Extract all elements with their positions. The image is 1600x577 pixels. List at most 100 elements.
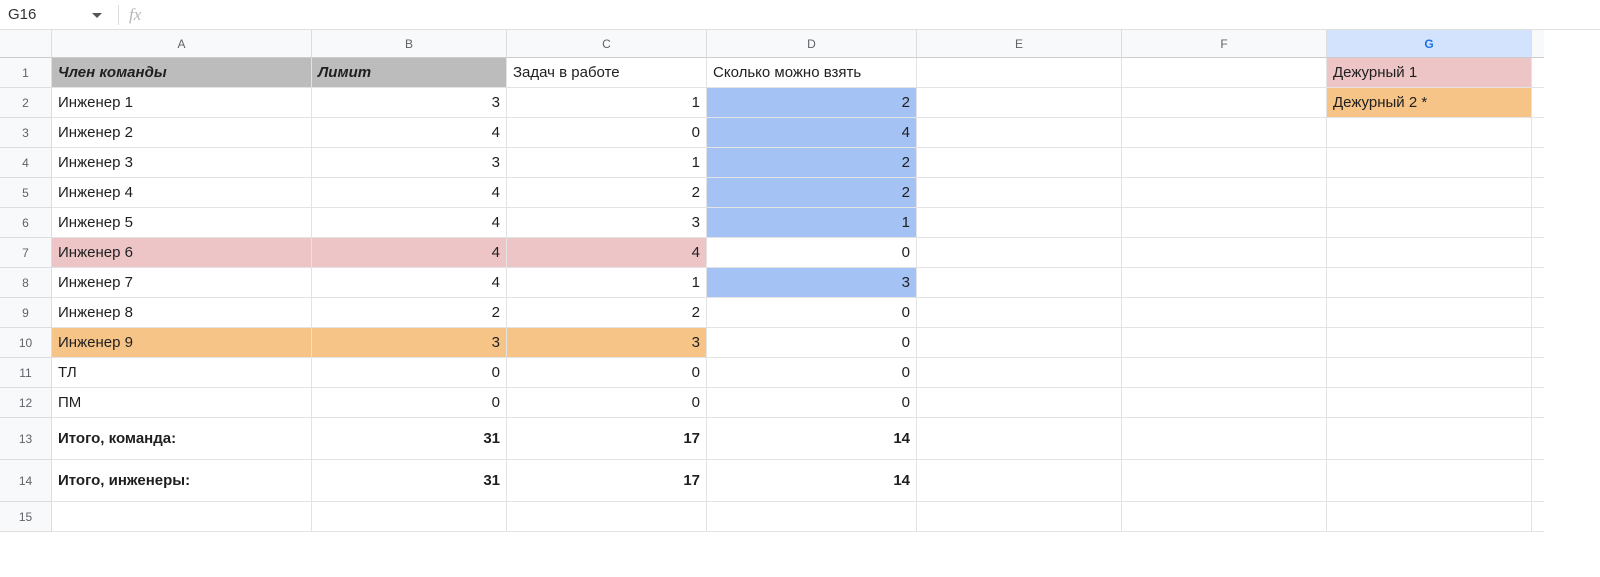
cell[interactable]: 17 <box>507 418 707 460</box>
cell[interactable] <box>1532 208 1544 238</box>
cell[interactable]: 0 <box>707 298 917 328</box>
cell[interactable]: 2 <box>507 178 707 208</box>
cell[interactable]: Инженер 3 <box>52 148 312 178</box>
cell[interactable]: Инженер 6 <box>52 238 312 268</box>
cell[interactable] <box>917 502 1122 532</box>
cell[interactable]: Инженер 1 <box>52 88 312 118</box>
row-header[interactable]: 14 <box>0 460 52 502</box>
cell[interactable] <box>1327 208 1532 238</box>
col-header[interactable]: E <box>917 30 1122 58</box>
cell[interactable] <box>1122 502 1327 532</box>
cell[interactable] <box>917 58 1122 88</box>
cell[interactable]: 0 <box>507 358 707 388</box>
col-header-active[interactable]: G <box>1327 30 1532 58</box>
chevron-down-icon[interactable] <box>92 6 102 23</box>
cell[interactable] <box>917 88 1122 118</box>
cell[interactable]: Инженер 7 <box>52 268 312 298</box>
cell[interactable] <box>917 208 1122 238</box>
cell[interactable] <box>1122 58 1327 88</box>
row-header[interactable]: 9 <box>0 298 52 328</box>
cell[interactable]: 14 <box>707 418 917 460</box>
cell[interactable]: 3 <box>507 208 707 238</box>
cell[interactable] <box>1327 118 1532 148</box>
cell[interactable] <box>1532 418 1544 460</box>
cell[interactable] <box>1327 418 1532 460</box>
row-header[interactable]: 2 <box>0 88 52 118</box>
cell[interactable] <box>1122 118 1327 148</box>
cell[interactable]: 3 <box>312 148 507 178</box>
cell[interactable]: Инженер 8 <box>52 298 312 328</box>
name-box[interactable]: G16 <box>8 6 108 23</box>
cell[interactable]: Инженер 4 <box>52 178 312 208</box>
cell[interactable]: 4 <box>312 268 507 298</box>
row-header[interactable]: 4 <box>0 148 52 178</box>
cell[interactable] <box>917 418 1122 460</box>
cell[interactable] <box>917 358 1122 388</box>
cell[interactable] <box>1532 460 1544 502</box>
cell[interactable] <box>917 268 1122 298</box>
cell[interactable]: 1 <box>507 88 707 118</box>
cell[interactable]: 4 <box>507 238 707 268</box>
cell[interactable]: Дежурный 2 * <box>1327 88 1532 118</box>
cell[interactable]: 0 <box>507 118 707 148</box>
cell[interactable] <box>1122 178 1327 208</box>
cell[interactable]: ТЛ <box>52 358 312 388</box>
cell[interactable] <box>1122 298 1327 328</box>
cell[interactable]: Дежурный 1 <box>1327 58 1532 88</box>
cell[interactable] <box>917 118 1122 148</box>
cell[interactable] <box>1327 328 1532 358</box>
cell[interactable] <box>1532 88 1544 118</box>
cell[interactable] <box>1532 298 1544 328</box>
cell[interactable] <box>1122 208 1327 238</box>
cell[interactable] <box>1327 358 1532 388</box>
cell[interactable]: 0 <box>312 358 507 388</box>
cell[interactable]: Итого, инженеры: <box>52 460 312 502</box>
cell[interactable] <box>1327 268 1532 298</box>
row-header[interactable]: 11 <box>0 358 52 388</box>
row-header[interactable]: 5 <box>0 178 52 208</box>
row-header[interactable]: 13 <box>0 418 52 460</box>
col-header[interactable]: A <box>52 30 312 58</box>
cell[interactable]: 4 <box>312 208 507 238</box>
formula-input[interactable] <box>151 0 1600 29</box>
row-header[interactable]: 7 <box>0 238 52 268</box>
cell[interactable] <box>1532 238 1544 268</box>
cell[interactable]: 3 <box>507 328 707 358</box>
cell[interactable] <box>1532 148 1544 178</box>
cell[interactable]: 1 <box>707 208 917 238</box>
cell[interactable] <box>1327 298 1532 328</box>
col-header[interactable] <box>1532 30 1544 58</box>
cell[interactable]: 0 <box>707 358 917 388</box>
cell[interactable] <box>1327 148 1532 178</box>
cell[interactable]: 3 <box>707 268 917 298</box>
col-header[interactable]: D <box>707 30 917 58</box>
cell[interactable] <box>1122 268 1327 298</box>
cell[interactable] <box>1122 328 1327 358</box>
cell[interactable]: Итого, команда: <box>52 418 312 460</box>
cell[interactable]: Задач в работе <box>507 58 707 88</box>
cell[interactable] <box>1327 178 1532 208</box>
cell[interactable] <box>1327 502 1532 532</box>
cell[interactable]: 2 <box>707 148 917 178</box>
cell[interactable] <box>1327 238 1532 268</box>
cell[interactable] <box>1122 148 1327 178</box>
cell[interactable]: 31 <box>312 460 507 502</box>
cell[interactable]: 3 <box>312 328 507 358</box>
cell[interactable]: 2 <box>707 88 917 118</box>
cell[interactable]: 1 <box>507 148 707 178</box>
cell[interactable] <box>917 328 1122 358</box>
cell[interactable] <box>1532 178 1544 208</box>
cell[interactable]: 4 <box>312 178 507 208</box>
cell[interactable]: Член команды <box>52 58 312 88</box>
row-header[interactable]: 12 <box>0 388 52 418</box>
cell[interactable]: 0 <box>707 328 917 358</box>
cell[interactable]: 0 <box>707 238 917 268</box>
cell[interactable] <box>1122 418 1327 460</box>
cell[interactable] <box>917 148 1122 178</box>
cell[interactable] <box>52 502 312 532</box>
cell[interactable]: 0 <box>507 388 707 418</box>
cell[interactable] <box>1532 388 1544 418</box>
cell[interactable]: 17 <box>507 460 707 502</box>
cell[interactable] <box>1122 460 1327 502</box>
row-header[interactable]: 8 <box>0 268 52 298</box>
